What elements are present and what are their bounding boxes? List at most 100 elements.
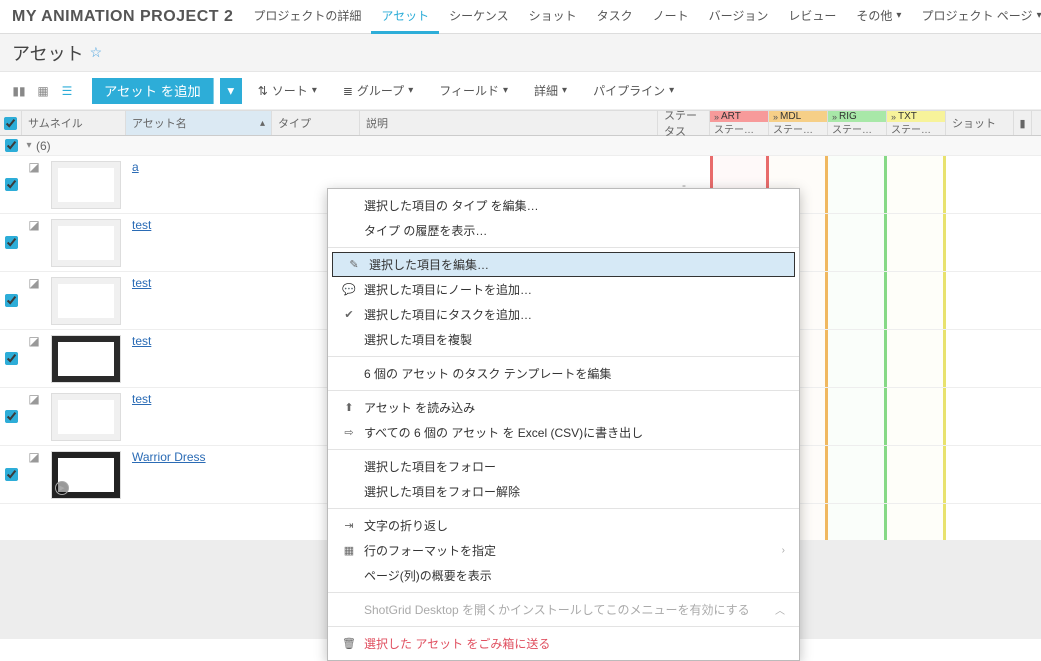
- group-count: (6): [36, 139, 51, 153]
- pipeline-arrow-icon: »: [891, 112, 896, 122]
- col-type[interactable]: タイプ: [272, 111, 360, 135]
- ctx-text-wrap[interactable]: ⇥文字の折り返し: [328, 513, 799, 538]
- asset-link[interactable]: test: [132, 276, 151, 290]
- ctx-shotgrid-desktop: ShotGrid Desktop を開くかインストールしてこのメニューを有効にす…: [328, 597, 799, 622]
- asset-link[interactable]: Warrior Dress: [132, 450, 206, 464]
- check-circle-icon: ✔: [342, 308, 356, 321]
- speech-bubble-icon: 💬: [342, 283, 356, 296]
- asset-type-icon: ◪: [22, 446, 46, 503]
- nav-assets[interactable]: アセット: [371, 0, 439, 34]
- nav-tasks[interactable]: タスク: [587, 0, 643, 34]
- row-checkbox[interactable]: [5, 468, 18, 481]
- col-pipe-txt[interactable]: »TXTステー…: [887, 111, 946, 135]
- chevron-right-icon: ›: [782, 545, 785, 556]
- ctx-separator: [328, 247, 799, 248]
- toolbar-group[interactable]: ≣グループ▾: [333, 78, 423, 104]
- ctx-follow[interactable]: 選択した項目をフォロー: [328, 454, 799, 479]
- asset-name-cell: test: [126, 214, 272, 271]
- nav-shots[interactable]: ショット: [519, 0, 587, 34]
- asset-type-icon: ◪: [22, 156, 46, 213]
- ctx-separator: [328, 626, 799, 627]
- sort-asc-icon: ▴: [260, 118, 265, 129]
- ctx-trash[interactable]: 🗑選択した アセット をごみ箱に送る: [328, 631, 799, 656]
- asset-name-cell: a: [126, 156, 272, 213]
- ctx-edit-selected[interactable]: ✎選択した項目を編集…: [332, 252, 795, 277]
- col-pipe-mdl[interactable]: »MDLステー…: [769, 111, 828, 135]
- ctx-type-history[interactable]: タイプ の履歴を表示…: [328, 218, 799, 243]
- toolbar-details[interactable]: 詳細▾: [524, 78, 577, 104]
- ctx-export-csv[interactable]: ⇨すべての 6 個の アセット を Excel (CSV)に書き出し: [328, 420, 799, 445]
- favorite-star-icon[interactable]: ☆: [90, 44, 103, 61]
- ctx-add-task[interactable]: ✔選択した項目にタスクを追加…: [328, 302, 799, 327]
- row-checkbox[interactable]: [5, 178, 18, 191]
- asset-name-cell: test: [126, 388, 272, 445]
- context-menu: 選択した項目の タイプ を編集… タイプ の履歴を表示… ✎選択した項目を編集……: [327, 188, 800, 661]
- asset-type-icon: ◪: [22, 214, 46, 271]
- col-pipe-rig[interactable]: »RIGステー…: [828, 111, 887, 135]
- col-thumbnail[interactable]: サムネイル: [22, 111, 126, 135]
- ctx-separator: [328, 390, 799, 391]
- toolbar-sort[interactable]: ⇅ソート▾: [248, 78, 327, 104]
- ctx-edit-type[interactable]: 選択した項目の タイプ を編集…: [328, 193, 799, 218]
- col-asset-name[interactable]: アセット名▴: [126, 111, 272, 135]
- thumbnail-cell[interactable]: [46, 214, 126, 271]
- ctx-row-format[interactable]: ▦行のフォーマットを指定›: [328, 538, 799, 563]
- ctx-add-note[interactable]: 💬選択した項目にノートを追加…: [328, 277, 799, 302]
- nav-project-details[interactable]: プロジェクトの詳細: [243, 0, 371, 34]
- grid-header: サムネイル アセット名▴ タイプ 説明 ステータス »ARTステー… »MDLス…: [0, 110, 1041, 136]
- asset-name-cell: test: [126, 330, 272, 387]
- thumbnail-cell[interactable]: [46, 156, 126, 213]
- thumbnail-cell[interactable]: [46, 388, 126, 445]
- col-shot[interactable]: ショット: [946, 111, 1014, 135]
- col-pipe-art[interactable]: »ARTステー…: [710, 111, 769, 135]
- nav-other[interactable]: その他▾: [846, 0, 911, 34]
- view-list-icon[interactable]: ☰: [56, 80, 78, 102]
- ctx-separator: [328, 592, 799, 593]
- asset-link[interactable]: test: [132, 392, 151, 406]
- group-checkbox[interactable]: [5, 139, 18, 152]
- col-description[interactable]: 説明: [360, 111, 658, 135]
- nav-notes[interactable]: ノート: [643, 0, 699, 34]
- col-checkbox[interactable]: [0, 111, 22, 135]
- import-icon: ⬆: [342, 401, 356, 414]
- nav-versions[interactable]: バージョン: [699, 0, 779, 34]
- chevron-up-icon: ︿: [775, 602, 785, 617]
- ctx-separator: [328, 449, 799, 450]
- nav-project-page[interactable]: プロジェクト ページ▾: [911, 0, 1041, 34]
- ctx-duplicate[interactable]: 選択した項目を複製: [328, 327, 799, 352]
- ctx-edit-templates[interactable]: 6 個の アセット のタスク テンプレートを編集: [328, 361, 799, 386]
- row-checkbox[interactable]: [5, 410, 18, 423]
- asset-link[interactable]: test: [132, 218, 151, 232]
- nav-reviews[interactable]: レビュー: [778, 0, 846, 34]
- project-title: MY ANIMATION PROJECT 2: [8, 8, 243, 26]
- add-asset-button[interactable]: アセット を追加: [92, 78, 214, 104]
- page-header: アセット ☆: [0, 34, 1041, 72]
- row-format-icon: ▦: [342, 544, 356, 557]
- asset-link[interactable]: test: [132, 334, 151, 348]
- row-checkbox[interactable]: [5, 352, 18, 365]
- add-asset-dropdown[interactable]: ▾: [220, 78, 242, 104]
- asset-link[interactable]: a: [132, 160, 139, 174]
- view-grid-icon[interactable]: ▦: [32, 80, 54, 102]
- pencil-icon: ✎: [347, 258, 361, 271]
- ctx-import[interactable]: ⬆アセット を読み込み: [328, 395, 799, 420]
- group-collapse-icon[interactable]: ▾: [22, 140, 36, 151]
- thumbnail-cell[interactable]: [46, 330, 126, 387]
- nav-sequences[interactable]: シーケンス: [439, 0, 518, 34]
- row-checkbox[interactable]: [5, 236, 18, 249]
- thumbnail-cell[interactable]: ▶: [46, 446, 126, 503]
- col-status[interactable]: ステータス: [658, 111, 710, 135]
- play-icon[interactable]: ▶: [55, 481, 69, 495]
- toolbar-fields[interactable]: フィールド▾: [429, 78, 518, 104]
- thumbnail-cell[interactable]: [46, 272, 126, 329]
- select-all-checkbox[interactable]: [4, 117, 17, 130]
- ctx-unfollow[interactable]: 選択した項目をフォロー解除: [328, 479, 799, 504]
- asset-type-icon: ◪: [22, 388, 46, 445]
- col-add-column[interactable]: ▮: [1014, 111, 1032, 135]
- text-wrap-icon: ⇥: [342, 519, 356, 532]
- ctx-page-overview[interactable]: ページ(列)の概要を表示: [328, 563, 799, 588]
- group-row[interactable]: ▾ (6): [0, 136, 1041, 156]
- view-card-icon[interactable]: ▮▮: [8, 80, 30, 102]
- toolbar-pipeline[interactable]: パイプライン▾: [583, 78, 684, 104]
- row-checkbox[interactable]: [5, 294, 18, 307]
